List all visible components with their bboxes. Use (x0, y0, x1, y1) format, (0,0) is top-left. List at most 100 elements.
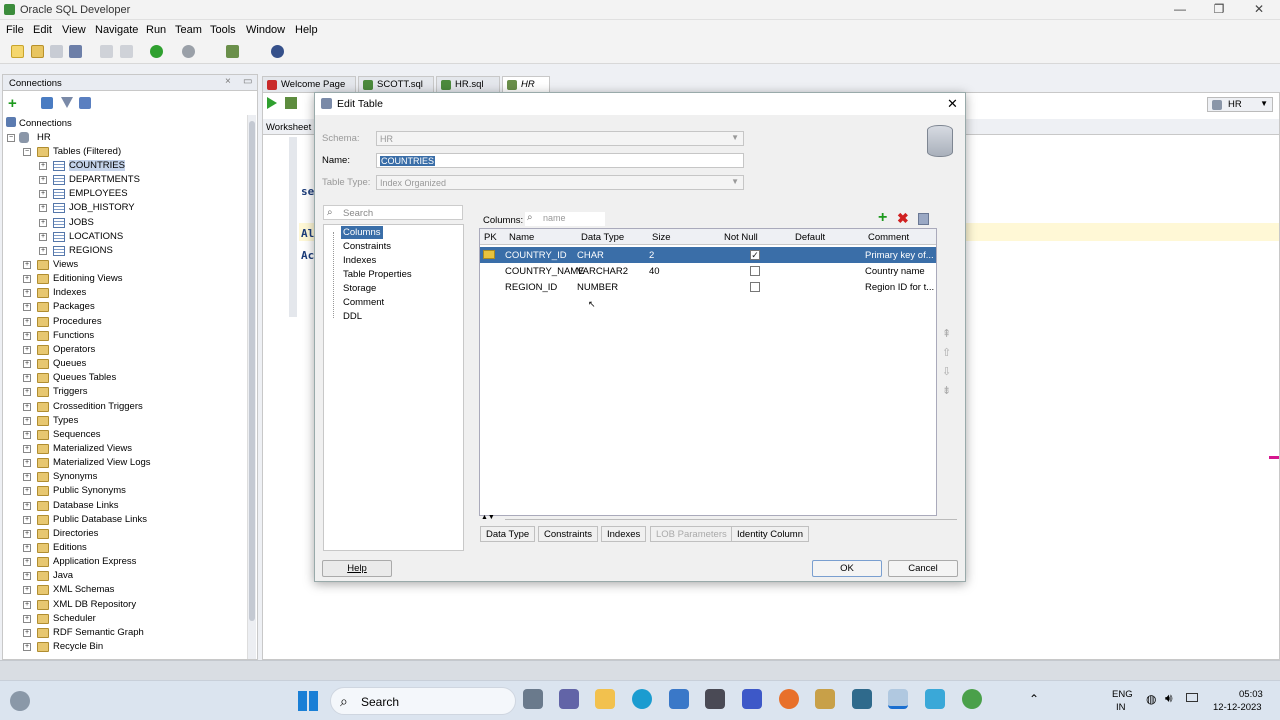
start-button[interactable] (298, 691, 318, 711)
copy-column-icon[interactable] (918, 213, 929, 225)
tree-folder-rdf-semantic-graph[interactable]: RDF Semantic Graph (53, 627, 144, 638)
tree-folder-editions[interactable]: Editions (53, 542, 87, 553)
nav-columns[interactable]: Columns (341, 226, 383, 239)
delete-column-icon[interactable]: ✖ (897, 210, 909, 227)
cell-size[interactable]: 2 (649, 250, 654, 261)
tab-hr-sql[interactable]: HR.sql (436, 76, 500, 92)
cell-data-type[interactable]: NUMBER (577, 282, 618, 293)
cell-name[interactable]: COUNTRY_NAME (505, 266, 585, 277)
forward-icon[interactable] (182, 45, 195, 58)
vs-icon[interactable] (742, 689, 762, 709)
expand-icon[interactable]: + (23, 275, 31, 284)
chevron-up-icon[interactable]: ⌃ (1029, 692, 1039, 706)
cancel-button[interactable]: Cancel (888, 560, 958, 577)
tree-folder-crossedition-triggers[interactable]: Crossedition Triggers (53, 401, 143, 412)
teams-icon[interactable] (559, 689, 579, 709)
nav-storage[interactable]: Storage (343, 283, 376, 294)
tree-table-job-history[interactable]: JOB_HISTORY (69, 202, 135, 213)
tree-folder-recycle-bin[interactable]: Recycle Bin (53, 641, 103, 652)
table-row[interactable]: COUNTRY_ID CHAR 2 ✓ Primary key of... (480, 247, 936, 263)
expand-icon[interactable]: + (23, 416, 31, 425)
move-down-icon[interactable]: ⇩ (942, 365, 951, 378)
move-up-icon[interactable]: ⇧ (942, 346, 951, 359)
refresh-icon[interactable] (41, 97, 53, 109)
tree-table-locations[interactable]: LOCATIONS (69, 231, 123, 242)
tree-folder-application-express[interactable]: Application Express (53, 556, 136, 567)
col-header-not-null[interactable]: Not Null (724, 232, 758, 243)
close-window-button[interactable]: ✕ (1247, 2, 1271, 16)
nav-constraints[interactable]: Constraints (343, 241, 391, 252)
not-null-checkbox[interactable] (750, 282, 760, 292)
tab-indexes[interactable]: Indexes (601, 526, 647, 542)
connections-root[interactable]: Connections (19, 118, 72, 129)
expand-icon[interactable]: + (39, 204, 47, 213)
save-all-icon[interactable] (69, 45, 82, 58)
tree-folder-operators[interactable]: Operators (53, 344, 95, 355)
task-view-icon[interactable] (523, 689, 543, 709)
expand-icon[interactable]: − (23, 148, 31, 156)
volume-icon[interactable]: 🔊︎ (1165, 691, 1173, 706)
expand-icon[interactable]: + (23, 487, 31, 496)
expand-icon[interactable]: − (7, 134, 15, 142)
tree-folder-materialized-views[interactable]: Materialized Views (53, 443, 132, 454)
expand-icon[interactable]: + (39, 218, 47, 227)
expand-icon[interactable]: + (23, 289, 31, 298)
menu-view[interactable]: View (62, 24, 86, 36)
tree-folder-editioning-views[interactable]: Editioning Views (53, 273, 123, 284)
col-header-name[interactable]: Name (509, 232, 534, 243)
notepad-icon[interactable] (925, 689, 945, 709)
minimize-button[interactable]: — (1168, 2, 1192, 16)
expand-icon[interactable]: + (23, 586, 31, 595)
col-header-data-type[interactable]: Data Type (581, 232, 624, 243)
tree-folder-packages[interactable]: Packages (53, 301, 95, 312)
move-bottom-icon[interactable]: ⇟ (942, 384, 951, 397)
tree-folder-materialized-view-logs[interactable]: Materialized View Logs (53, 457, 151, 468)
cell-data-type[interactable]: CHAR (577, 250, 604, 261)
expand-icon[interactable]: + (23, 388, 31, 397)
name-field[interactable]: COUNTRIES (376, 153, 744, 168)
help-button[interactable]: Help (322, 560, 392, 577)
expand-icon[interactable]: + (23, 614, 31, 623)
expand-icon[interactable]: + (23, 643, 31, 652)
run-script-icon[interactable] (285, 97, 297, 109)
nav-search-field[interactable]: ⌕ Search (323, 205, 463, 220)
network-icon[interactable]: ◍ (1146, 692, 1156, 706)
battery-icon[interactable] (1186, 693, 1198, 702)
taskbar-search[interactable]: ⌕ Search (330, 687, 516, 715)
col-header-comment[interactable]: Comment (868, 232, 909, 243)
connection-selector[interactable]: HR ▼ (1207, 97, 1273, 112)
menu-window[interactable]: Window (246, 24, 285, 36)
expand-icon[interactable]: + (23, 501, 31, 510)
expand-icon[interactable]: + (23, 529, 31, 538)
cell-data-type[interactable]: VARCHAR2 (577, 266, 628, 277)
lang-indicator[interactable]: ENG (1112, 689, 1133, 700)
expand-icon[interactable]: + (23, 558, 31, 567)
expand-icon[interactable]: + (23, 331, 31, 340)
paint-icon[interactable] (815, 689, 835, 709)
expand-icon[interactable]: + (23, 544, 31, 552)
expand-icon[interactable]: + (39, 232, 47, 241)
nav-table-properties[interactable]: Table Properties (343, 269, 412, 280)
col-header-default[interactable]: Default (795, 232, 825, 243)
panel-minimize-icon[interactable]: ▭ (243, 76, 252, 87)
expand-icon[interactable]: + (23, 303, 31, 312)
menu-tools[interactable]: Tools (210, 24, 236, 36)
sqldev-icon[interactable] (852, 689, 872, 709)
tree-table-jobs[interactable]: JOBS (69, 217, 94, 228)
tree-folder-xml-db-repository[interactable]: XML DB Repository (53, 599, 136, 610)
nav-comment[interactable]: Comment (343, 297, 384, 308)
tree-folder-java[interactable]: Java (53, 570, 73, 581)
tree-table-departments[interactable]: DEPARTMENTS (69, 174, 140, 185)
chrome-icon[interactable] (962, 689, 982, 709)
expand-icon[interactable]: + (23, 317, 31, 326)
tree-folder-triggers[interactable]: Triggers (53, 386, 88, 397)
file-explorer-icon[interactable] (595, 689, 615, 709)
firefox-icon[interactable] (779, 689, 799, 709)
tree-folder-scheduler[interactable]: Scheduler (53, 613, 96, 624)
save-icon[interactable] (50, 45, 63, 58)
clock-time[interactable]: 05:03 (1239, 689, 1263, 700)
expand-icon[interactable]: + (39, 176, 47, 185)
expand-icon[interactable]: + (23, 515, 31, 524)
table-row[interactable]: COUNTRY_NAME VARCHAR2 40 Country name (480, 263, 936, 279)
tree-folder-sequences[interactable]: Sequences (53, 429, 101, 440)
